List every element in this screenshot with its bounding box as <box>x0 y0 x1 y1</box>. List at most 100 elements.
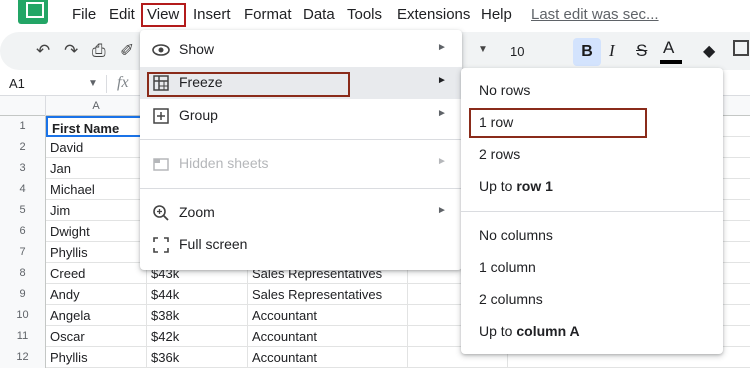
cell-c[interactable]: Sales Representatives <box>248 284 408 305</box>
cell-a[interactable]: Michael <box>46 179 147 200</box>
menu-item-group-label: Group <box>179 107 218 123</box>
full-screen-icon <box>152 236 170 254</box>
row-number[interactable]: 1 <box>0 116 46 137</box>
freeze-no-columns[interactable]: No columns <box>461 219 723 251</box>
hidden-sheets-icon <box>152 155 170 173</box>
cell-a[interactable]: Andy <box>46 284 147 305</box>
cell-a[interactable]: Phyllis <box>46 347 147 368</box>
cell-b[interactable]: $36k <box>147 347 248 368</box>
menu-tools[interactable]: Tools <box>347 6 382 23</box>
strikethrough-button[interactable]: S <box>636 41 647 61</box>
cell-a[interactable]: Jan <box>46 158 147 179</box>
row-number[interactable]: 2 <box>0 137 46 158</box>
menu-item-show-label: Show <box>179 41 215 57</box>
freeze-no-rows-label: No rows <box>479 82 531 98</box>
menu-item-hidden-sheets-label: Hidden sheets <box>179 155 269 171</box>
text-color-button[interactable]: A <box>663 38 674 58</box>
row-number[interactable]: 5 <box>0 200 46 221</box>
redo-icon[interactable]: ↷ <box>64 41 78 61</box>
cell-b[interactable]: $38k <box>147 305 248 326</box>
freeze-two-columns-label: 2 columns <box>479 291 543 307</box>
freeze-one-column[interactable]: 1 column <box>461 251 723 283</box>
freeze-up-to-column[interactable]: Up to column A <box>461 315 723 347</box>
undo-icon[interactable]: ↶ <box>36 41 50 61</box>
freeze-two-columns[interactable]: 2 columns <box>461 283 723 315</box>
cell-b[interactable]: $42k <box>147 326 248 347</box>
cell-a[interactable]: First Name <box>46 116 147 137</box>
bold-button[interactable]: B <box>573 38 601 66</box>
fx-icon: fx <box>117 74 129 91</box>
cell-a[interactable]: Phyllis <box>46 242 147 263</box>
sheets-logo-icon[interactable] <box>18 0 48 24</box>
view-highlight-box <box>141 3 186 27</box>
freeze-up-to-column-label: Up to column A <box>479 323 580 339</box>
menu-separator <box>140 188 462 189</box>
fill-color-icon[interactable]: ◆ <box>703 41 715 61</box>
freeze-up-to-row[interactable]: Up to row 1 <box>461 170 723 202</box>
font-dropdown-arrow-icon[interactable]: ▼ <box>478 44 488 55</box>
menu-item-show[interactable]: Show ► <box>140 34 462 66</box>
corner-cell[interactable] <box>0 96 46 116</box>
menu-edit[interactable]: Edit <box>109 6 135 23</box>
freeze-no-columns-label: No columns <box>479 227 553 243</box>
cell-c[interactable]: Accountant <box>248 326 408 347</box>
cell-c[interactable]: Accountant <box>248 347 408 368</box>
menu-help[interactable]: Help <box>481 6 512 23</box>
menu-data[interactable]: Data <box>303 6 335 23</box>
submenu-arrow-icon: ► <box>437 205 447 216</box>
row-number[interactable]: 8 <box>0 263 46 284</box>
font-size-field[interactable]: 10 <box>498 41 558 63</box>
menu-bar: File Edit View Insert Format Data Tools … <box>0 0 750 30</box>
cell-c[interactable]: Accountant <box>248 305 408 326</box>
print-icon[interactable]: ⎙ <box>92 41 106 61</box>
row-number[interactable]: 7 <box>0 242 46 263</box>
menu-item-hidden-sheets[interactable]: Hidden sheets ► <box>140 148 462 180</box>
freeze-two-rows[interactable]: 2 rows <box>461 138 723 170</box>
menu-extensions[interactable]: Extensions <box>397 6 470 23</box>
menu-item-zoom[interactable]: Zoom ► <box>140 197 462 229</box>
row-number[interactable]: 12 <box>0 347 46 368</box>
menu-item-group[interactable]: Group ► <box>140 100 462 132</box>
menu-item-full-screen-label: Full screen <box>179 236 248 252</box>
freeze-no-rows[interactable]: No rows <box>461 74 723 106</box>
name-box[interactable]: A1 <box>9 76 25 91</box>
row-number[interactable]: 4 <box>0 179 46 200</box>
eye-icon <box>152 41 170 59</box>
row-number[interactable]: 10 <box>0 305 46 326</box>
row-number[interactable]: 3 <box>0 158 46 179</box>
submenu-arrow-icon: ► <box>437 75 447 86</box>
row-number[interactable]: 11 <box>0 326 46 347</box>
menu-item-full-screen[interactable]: Full screen <box>140 229 462 261</box>
menu-file[interactable]: File <box>72 6 96 23</box>
cell-a[interactable]: Dwight <box>46 221 147 242</box>
submenu-arrow-icon: ► <box>437 108 447 119</box>
cell-a[interactable]: Oscar <box>46 326 147 347</box>
cell-b[interactable]: $44k <box>147 284 248 305</box>
name-box-dropdown-icon[interactable]: ▼ <box>88 78 98 89</box>
cell-a[interactable]: Angela <box>46 305 147 326</box>
freeze-highlight-box <box>147 72 350 97</box>
text-color-swatch <box>660 60 682 64</box>
cell-a[interactable]: Jim <box>46 200 147 221</box>
freeze-one-column-label: 1 column <box>479 259 536 275</box>
row-number[interactable]: 6 <box>0 221 46 242</box>
paint-format-icon[interactable]: ✐ <box>120 41 134 61</box>
column-header-a[interactable]: A <box>46 96 147 116</box>
cell-a[interactable]: David <box>46 137 147 158</box>
italic-button[interactable]: I <box>609 41 615 61</box>
borders-icon[interactable] <box>733 40 749 56</box>
formula-bar-divider <box>106 75 107 93</box>
freeze-up-to-row-label: Up to row 1 <box>479 178 553 194</box>
menu-item-zoom-label: Zoom <box>179 204 215 220</box>
cell-a[interactable]: Creed <box>46 263 147 284</box>
menu-separator <box>140 139 462 140</box>
menu-format[interactable]: Format <box>244 6 292 23</box>
submenu-arrow-icon: ► <box>437 156 447 167</box>
submenu-separator <box>461 211 723 212</box>
row-number[interactable]: 9 <box>0 284 46 305</box>
zoom-icon <box>152 204 170 222</box>
last-edit-link[interactable]: Last edit was sec... <box>531 6 659 23</box>
menu-insert[interactable]: Insert <box>193 6 231 23</box>
submenu-arrow-icon: ► <box>437 42 447 53</box>
view-menu: Show ► Freeze ► Group ► Hidden sheets ► … <box>140 30 462 270</box>
